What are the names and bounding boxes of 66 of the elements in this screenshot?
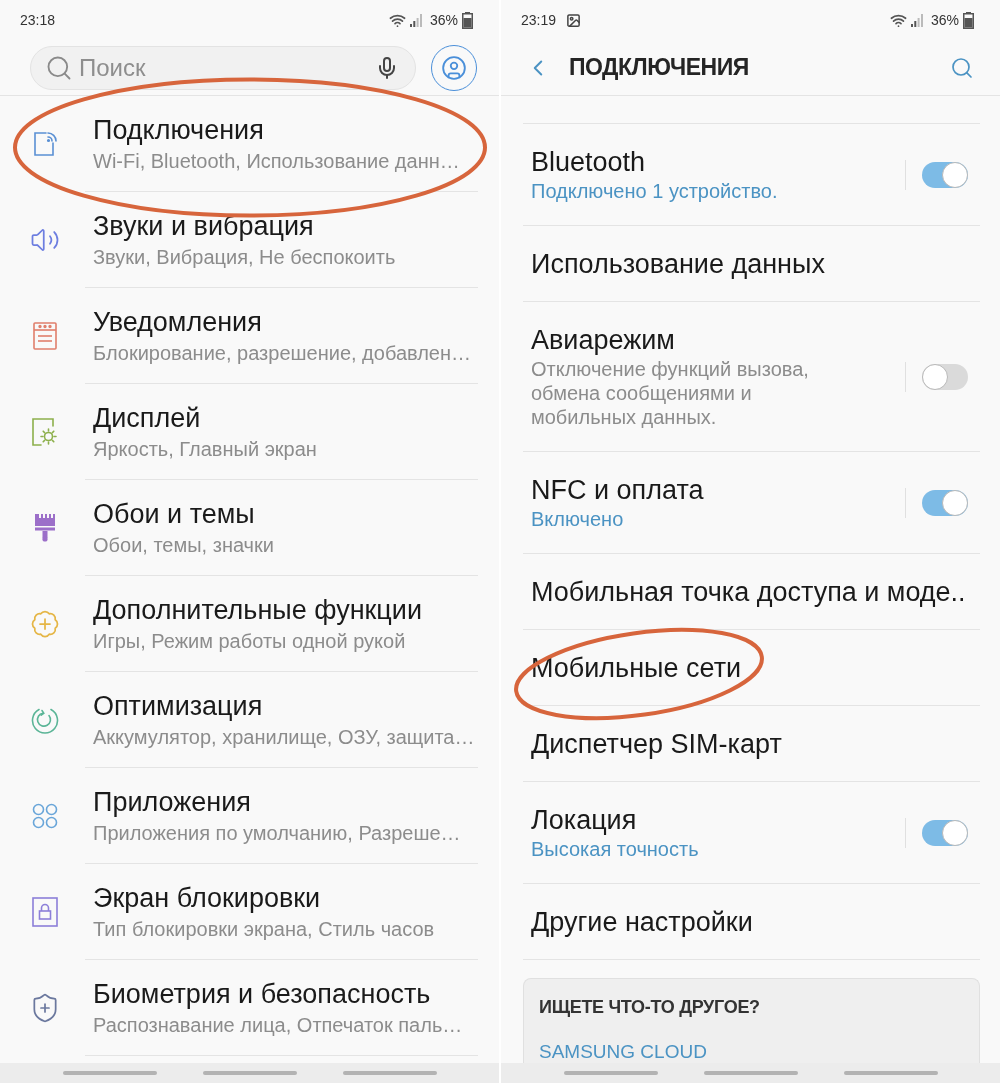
refresh-circle-icon: [31, 706, 59, 734]
nav-handle[interactable]: [62, 1071, 157, 1075]
screen-title: ПОДКЛЮЧЕНИЯ: [569, 53, 749, 83]
image-icon: [566, 12, 582, 28]
setting-description: Отключение функций вызова, обмена сообщениями и мобильных данных.: [531, 357, 810, 429]
lock-icon: [32, 897, 58, 927]
setting-status: Подключено 1 устройство.: [531, 179, 778, 203]
setting-title[interactable]: Использование данных: [531, 249, 825, 279]
setting-title[interactable]: Подключения: [93, 114, 264, 145]
toggle-switch[interactable]: [922, 364, 968, 390]
display-sun-icon: [32, 418, 58, 446]
setting-title[interactable]: Оптимизация: [93, 690, 263, 721]
card-heading: ИЩЕТЕ ЧТО-ТО ДРУГОЕ?: [539, 996, 760, 1019]
setting-title[interactable]: NFC и оплата: [531, 475, 704, 505]
setting-summary: Блокирование, разрешение, добавлен…: [93, 340, 472, 365]
clock-time: 23:19: [521, 10, 557, 30]
toggle-switch[interactable]: [922, 162, 968, 188]
search-field[interactable]: Поиск: [30, 45, 416, 90]
nav-handle[interactable]: [202, 1071, 297, 1075]
device-signal-icon: [33, 131, 57, 157]
setting-summary: Приложения по умолчанию, Разреше…: [93, 820, 461, 845]
setting-status: Включено: [531, 507, 624, 531]
setting-title[interactable]: Обои и темы: [93, 498, 255, 529]
nav-handle[interactable]: [843, 1071, 938, 1075]
setting-summary: Wi-Fi, Bluetooth, Использование данн…: [93, 148, 460, 173]
setting-title[interactable]: Другие настройки: [531, 907, 753, 937]
setting-summary: Игры, Режим работы одной рукой: [93, 628, 406, 653]
setting-title[interactable]: Bluetooth: [531, 147, 646, 177]
setting-title[interactable]: Звуки и вибрация: [93, 210, 314, 241]
battery-icon: [963, 11, 974, 29]
setting-title[interactable]: Дисплей: [93, 402, 201, 433]
battery-percent: 36%: [930, 10, 959, 30]
nav-handle[interactable]: [563, 1071, 658, 1075]
setting-title[interactable]: Биометрия и безопасность: [93, 978, 431, 1009]
notification-list-icon: [33, 322, 57, 350]
signal-icon: [409, 13, 422, 27]
setting-status: Высокая точность: [531, 837, 699, 861]
search-icon: [950, 55, 974, 80]
setting-title[interactable]: Авиарежим: [531, 325, 675, 355]
nav-handle[interactable]: [703, 1071, 798, 1075]
setting-summary: Звуки, Вибрация, Не беспокоить: [93, 244, 396, 269]
toggle-switch[interactable]: [922, 820, 968, 846]
setting-summary: Яркость, Главный экран: [93, 436, 317, 461]
person-icon: [441, 54, 467, 81]
setting-title[interactable]: Локация: [531, 805, 637, 835]
toggle-switch[interactable]: [922, 490, 968, 516]
nav-handle[interactable]: [342, 1071, 437, 1075]
battery-icon: [462, 11, 473, 29]
battery-percent: 36%: [429, 10, 458, 30]
setting-title[interactable]: Мобильная точка доступа и моде..: [531, 577, 966, 607]
setting-summary: Тип блокировки экрана, Стиль часов: [93, 916, 435, 941]
setting-title[interactable]: Экран блокировки: [93, 882, 321, 913]
setting-title[interactable]: Диспетчер SIM-карт: [531, 729, 782, 759]
search-button[interactable]: [950, 55, 974, 80]
setting-title[interactable]: Уведомления: [93, 306, 262, 337]
setting-summary: Аккумулятор, хранилище, ОЗУ, защита…: [93, 724, 475, 749]
clock-time: 23:18: [20, 10, 56, 30]
search-input[interactable]: Поиск: [79, 49, 369, 86]
paint-brush-icon: [34, 514, 56, 542]
setting-summary: Распознавание лица, Отпечаток паль…: [93, 1012, 463, 1037]
apps-grid-icon: [32, 803, 58, 829]
setting-summary: Обои, темы, значки: [93, 532, 274, 557]
setting-title[interactable]: Приложения: [93, 786, 251, 817]
setting-title[interactable]: Дополнительные функции: [93, 594, 422, 625]
signal-icon: [910, 13, 923, 27]
badge-plus-icon: [30, 609, 60, 639]
